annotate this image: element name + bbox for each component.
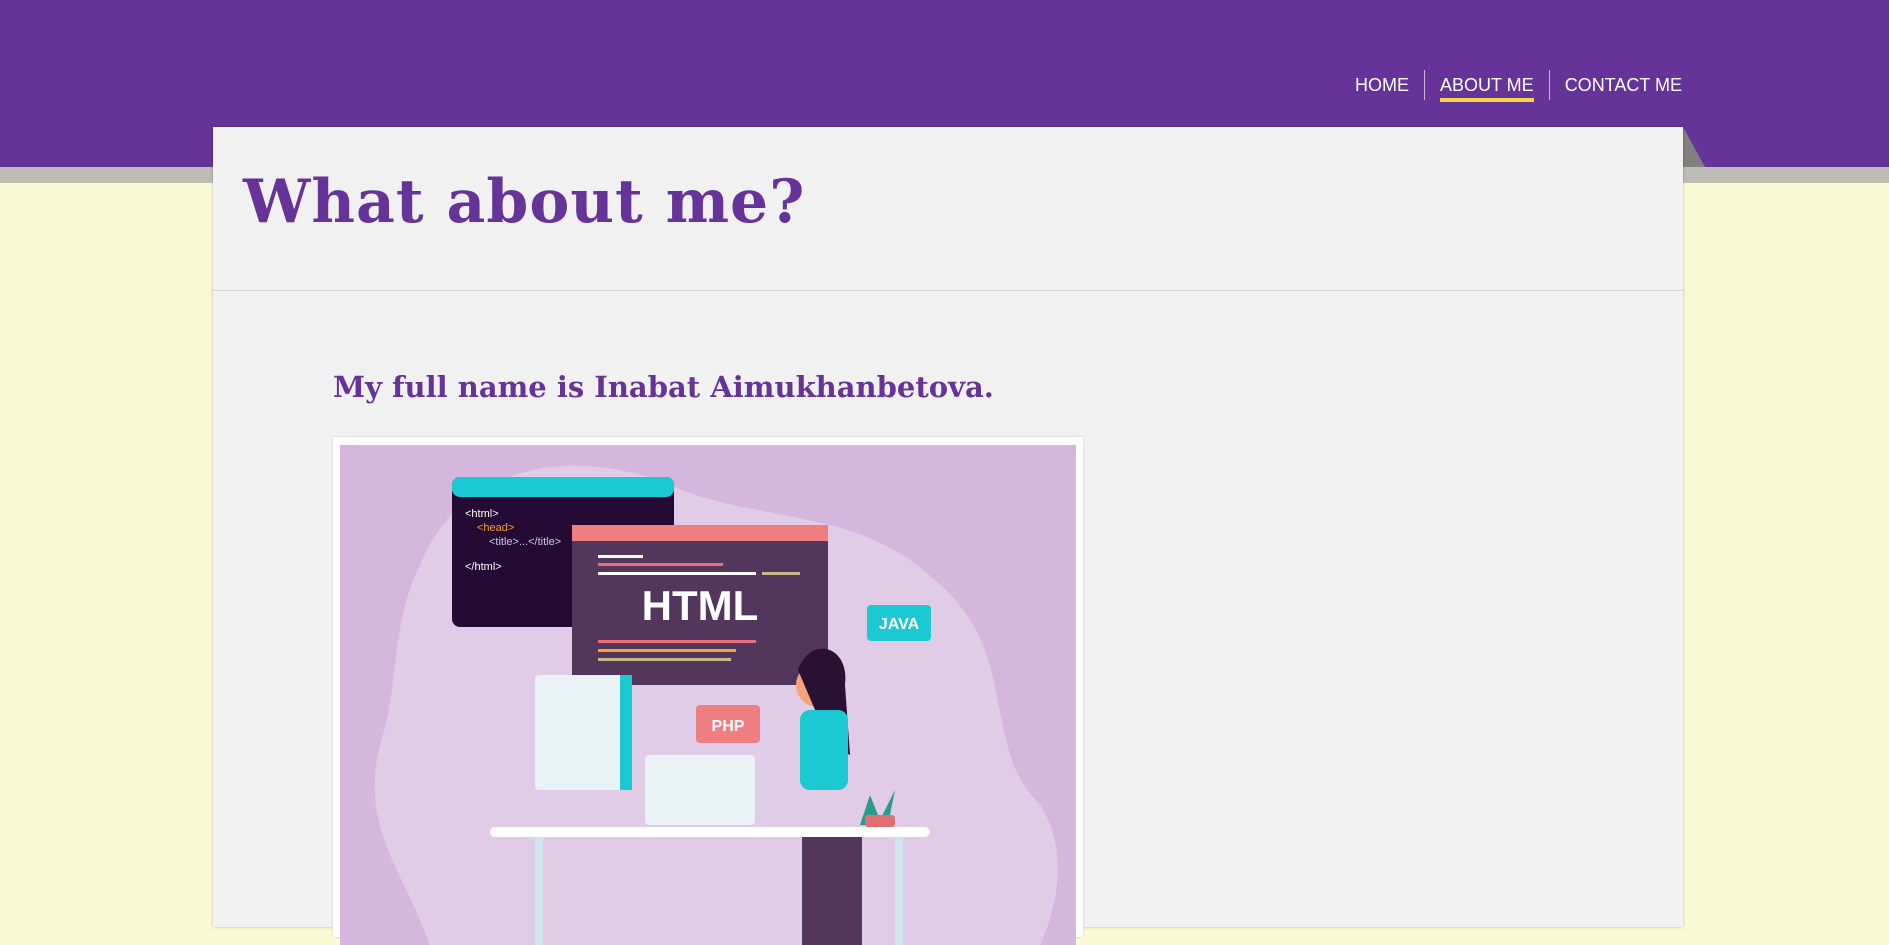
svg-text:</html>: </html>: [465, 561, 502, 573]
ribbon-fold: [1683, 127, 1705, 167]
card-header: What about me?: [213, 127, 1683, 291]
nav-contact-me[interactable]: CONTACT ME: [1550, 73, 1697, 97]
svg-text:<html>: <html>: [465, 508, 499, 520]
page-title: What about me?: [243, 167, 806, 237]
nav-about-me[interactable]: ABOUT ME: [1425, 73, 1549, 102]
nav-home[interactable]: HOME: [1340, 73, 1424, 97]
content-card: What about me? My full name is Inabat Ai…: [213, 127, 1683, 945]
svg-text:<title>...</title>: <title>...</title>: [489, 536, 561, 548]
svg-text:JAVA: JAVA: [879, 616, 920, 633]
svg-text:<head>: <head>: [477, 522, 514, 534]
main-nav: HOME ABOUT ME CONTACT ME: [1340, 70, 1697, 102]
developer-illustration: <html> <head> <title>...</title> </html>…: [340, 445, 1076, 945]
svg-text:PHP: PHP: [712, 718, 745, 735]
svg-text:HTML: HTML: [642, 582, 759, 629]
full-name-heading: My full name is Inabat Aimukhanbetova.: [333, 370, 994, 404]
profile-image-frame: <html> <head> <title>...</title> </html>…: [333, 437, 1083, 945]
